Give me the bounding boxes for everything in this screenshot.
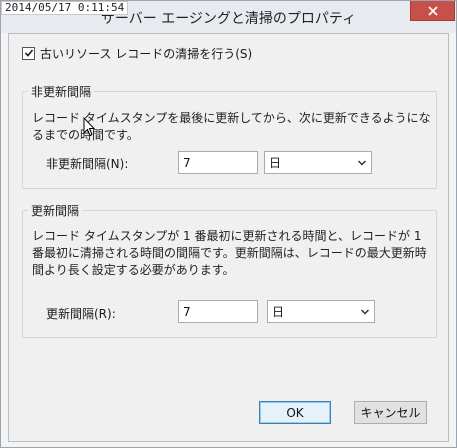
no-refresh-group-title: 非更新間隔 [28, 83, 95, 100]
dialog-client-area: 古いリソース レコードの清掃を行う(S) 非更新間隔 レコード タイムスタンプを… [8, 33, 449, 442]
chevron-down-icon [360, 309, 370, 315]
checkmark-icon [24, 49, 33, 57]
scavenge-checkbox[interactable] [22, 46, 35, 60]
refresh-field-label: 更新間隔(R): [46, 307, 116, 321]
refresh-unit-select[interactable]: 日 [267, 300, 375, 323]
mouse-cursor-icon [83, 117, 95, 137]
refresh-description: レコード タイムスタンプが 1 番最初に更新される時間と、レコードが 1 番最初… [32, 229, 427, 277]
cancel-button[interactable]: キャンセル [354, 401, 427, 424]
title-bar[interactable]: サーバー エージングと清掃のプロパティ 2014/05/17 0:11:54 [1, 1, 456, 33]
no-refresh-value-input[interactable] [178, 151, 258, 174]
no-refresh-field-label: 非更新間隔(N): [46, 157, 129, 171]
refresh-value-input[interactable] [178, 300, 258, 323]
refresh-group-title: 更新間隔 [28, 202, 83, 219]
no-refresh-group: 非更新間隔 レコード タイムスタンプを最後に更新してから、次に更新できるようにな… [22, 83, 437, 189]
timestamp-overlay: 2014/05/17 0:11:54 [1, 1, 129, 15]
refresh-group: 更新間隔 レコード タイムスタンプが 1 番最初に更新される時間と、レコードが … [22, 202, 437, 338]
no-refresh-unit-select[interactable]: 日 [264, 151, 372, 174]
close-button[interactable] [410, 1, 455, 21]
close-icon [427, 5, 438, 16]
scavenge-checkbox-label: 古いリソース レコードの清掃を行う(S) [40, 46, 253, 61]
ok-button[interactable]: OK [259, 401, 331, 424]
properties-dialog: サーバー エージングと清掃のプロパティ 2014/05/17 0:11:54 古… [0, 0, 457, 448]
refresh-unit-value: 日 [272, 305, 285, 319]
scavenge-checkbox-row[interactable]: 古いリソース レコードの清掃を行う(S) [22, 45, 252, 61]
no-refresh-unit-value: 日 [269, 156, 282, 170]
chevron-down-icon [357, 160, 367, 166]
